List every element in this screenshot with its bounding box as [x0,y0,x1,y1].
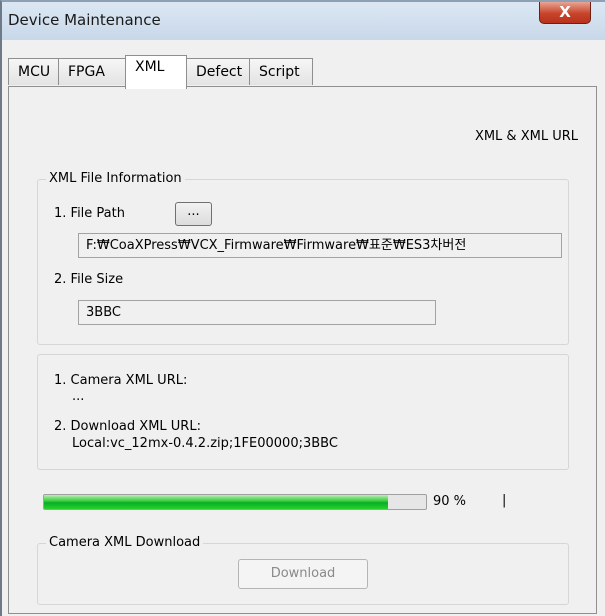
download-xml-url-value: Local:vc_12mx-0.4.2.zip;1FE00000;3BBC [72,436,338,451]
close-icon: X [559,3,571,21]
ellipsis-icon: ... [187,204,200,219]
tab-fpga[interactable]: FPGA [58,58,126,85]
device-maintenance-window: Device Maintenance X MCU FPGA XML Defect… [0,0,605,616]
window-title: Device Maintenance [8,11,161,29]
file-path-label: 1. File Path [54,206,125,221]
camera-xml-download-group: Camera XML Download Download [37,535,569,605]
file-path-field[interactable]: F:₩CoaXPress₩VCX_Firmware₩Firmware₩표준₩ES… [78,233,562,258]
tab-defect[interactable]: Defect [186,58,250,85]
title-bar[interactable]: Device Maintenance X [2,2,605,40]
progress-fill [44,495,388,509]
download-xml-url-label: 2. Download XML URL: [54,419,201,434]
progress-percent-label: 90 % [433,494,467,509]
file-size-label: 2. File Size [54,272,124,287]
xml-tab-page: XML & XML URL XML File Information 1. Fi… [8,86,597,614]
download-button[interactable]: Download [238,559,368,589]
camera-xml-url-label: 1. Camera XML URL: [54,373,188,388]
tab-xml[interactable]: XML [125,55,187,89]
close-button[interactable]: X [539,2,591,24]
camera-xml-url-value: ... [72,389,85,404]
camera-xml-download-title: Camera XML Download [46,535,204,550]
xml-file-information-title: XML File Information [46,171,185,186]
browse-file-button[interactable]: ... [175,202,212,226]
text-cursor-mark: | [502,493,507,508]
tab-strip: MCU FPGA XML Defect Script [8,39,595,89]
xml-url-info-group: 1. Camera XML URL: ... 2. Download XML U… [37,354,569,470]
xml-file-information-group: XML File Information 1. File Path ... F:… [37,171,569,345]
tab-script[interactable]: Script [249,58,313,85]
file-size-field[interactable]: 3BBC [78,300,436,325]
tab-mcu[interactable]: MCU [8,58,59,85]
download-progress-bar [43,494,427,510]
xml-url-header-label: XML & XML URL [474,129,578,144]
